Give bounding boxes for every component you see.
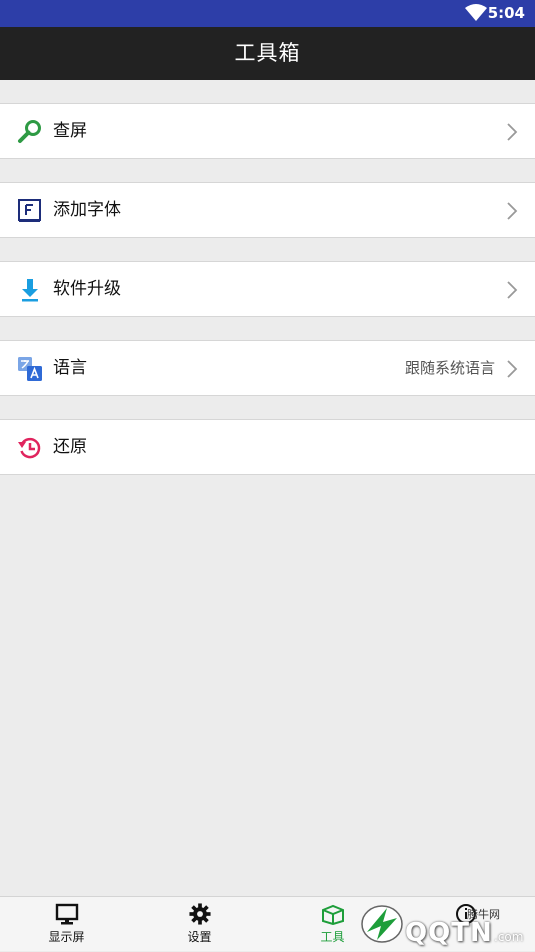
chevron-right-icon [507, 123, 518, 141]
chevron-right-icon [507, 281, 518, 299]
tools-menu: 查屏 添加字体 软件升级 语言 跟随系统语言 还原 [0, 80, 535, 475]
menu-item-label: 软件升级 [53, 279, 121, 299]
menu-item-label: 语言 [53, 358, 87, 378]
menu-item-software-upgrade[interactable]: 软件升级 [0, 261, 535, 317]
watermark-brand: QQTN [405, 918, 493, 948]
status-time: 5:04 [487, 4, 525, 22]
menu-item-label: 查屏 [53, 121, 87, 141]
monitor-icon [55, 903, 78, 925]
menu-item-label: 添加字体 [53, 200, 121, 220]
tab-display[interactable]: 显示屏 [0, 897, 133, 952]
gear-icon [188, 903, 211, 925]
watermark-small-text: 腾牛网 [467, 908, 500, 921]
status-bar: 5:04 [0, 0, 535, 27]
menu-item-language[interactable]: 语言 跟随系统语言 [0, 340, 535, 396]
menu-item-restore[interactable]: 还原 [0, 419, 535, 475]
chevron-right-icon [507, 360, 518, 378]
wifi-icon [465, 4, 487, 21]
restore-icon [18, 437, 41, 459]
language-value: 跟随系统语言 [404, 359, 495, 377]
toolbox-icon [321, 904, 344, 925]
font-icon [18, 199, 41, 222]
watermark: QQTN 腾牛网 .com [359, 900, 529, 948]
chevron-right-icon [507, 202, 518, 220]
download-icon [22, 279, 38, 302]
app-bar: 工具箱 [0, 27, 535, 80]
translate-icon [18, 357, 42, 381]
page-title: 工具箱 [234, 41, 301, 65]
menu-item-add-font[interactable]: 添加字体 [0, 182, 535, 238]
tab-label: 显示屏 [48, 930, 85, 944]
tab-settings[interactable]: 设置 [133, 897, 266, 952]
tab-label: 设置 [187, 930, 212, 944]
watermark-domain: .com [494, 930, 524, 944]
menu-item-label: 还原 [53, 437, 87, 457]
menu-item-screen-check[interactable]: 查屏 [0, 103, 535, 159]
watermark-logo-icon [361, 905, 403, 943]
search-icon [18, 120, 41, 143]
